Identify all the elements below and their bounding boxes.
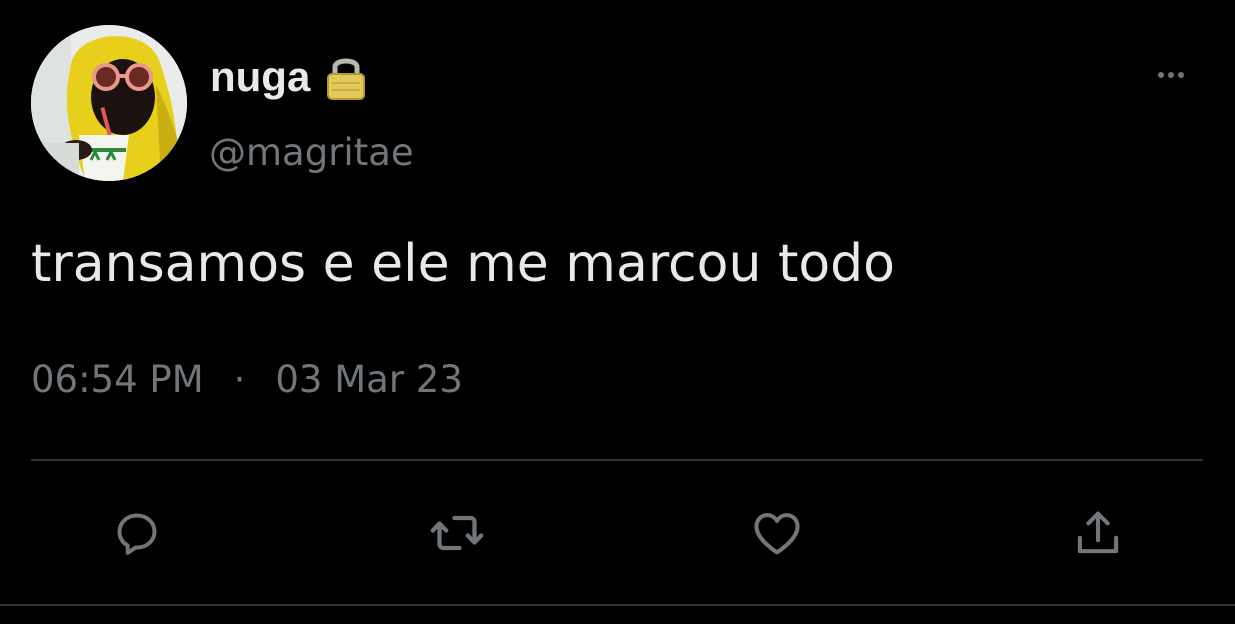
- profile-photo: [31, 25, 187, 181]
- share-icon: [1077, 511, 1119, 554]
- reply-button[interactable]: [107, 503, 167, 563]
- author-handle[interactable]: @magritae: [209, 131, 414, 175]
- tweet-date[interactable]: 03 Mar 23: [275, 358, 463, 402]
- more-horizontal-icon[interactable]: [1148, 62, 1194, 88]
- retweet-icon: [430, 515, 484, 551]
- like-button[interactable]: [747, 503, 807, 563]
- tweet-timestamp: 06:54 PM · 03 Mar 23: [31, 358, 463, 402]
- bottom-divider: [0, 604, 1235, 606]
- timestamp-separator: ·: [233, 358, 246, 401]
- more-dot: [1168, 72, 1174, 78]
- tweet-text: transamos e ele me marcou todo: [31, 234, 895, 294]
- lock-icon: [324, 53, 368, 101]
- reply-icon: [117, 513, 157, 555]
- share-button[interactable]: [1068, 503, 1128, 563]
- author-display-name-row: nuga: [210, 52, 368, 102]
- author-display-name[interactable]: nuga: [210, 52, 310, 102]
- more-dot: [1178, 72, 1184, 78]
- divider: [31, 459, 1203, 461]
- more-dot: [1158, 72, 1164, 78]
- heart-icon: [754, 513, 800, 555]
- avatar[interactable]: [31, 25, 187, 181]
- tweet-time[interactable]: 06:54 PM: [31, 358, 204, 402]
- retweet-button[interactable]: [427, 503, 487, 563]
